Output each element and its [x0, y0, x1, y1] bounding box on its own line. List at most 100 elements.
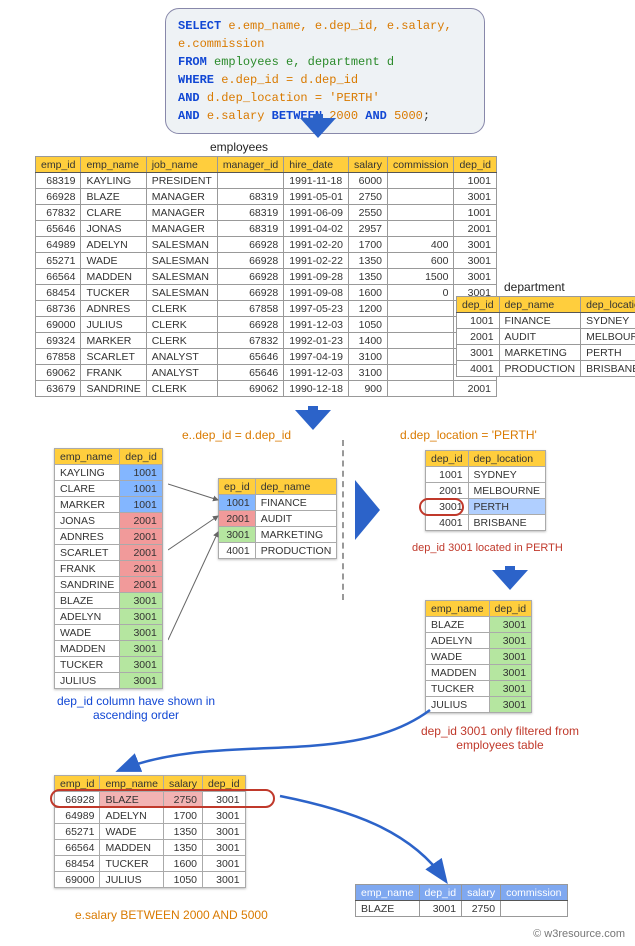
emp3001-table: emp_namedep_idBLAZE3001ADELYN3001WADE300…: [425, 600, 532, 713]
cell: 0: [388, 285, 454, 301]
cell: ADNRES: [55, 529, 120, 545]
table-row: 68319KAYLINGPRESIDENT1991-11-1860001001: [36, 173, 497, 189]
arrow-divider-right: [350, 480, 390, 540]
cell: MADDEN: [426, 665, 490, 681]
department-caption: department: [504, 280, 565, 294]
cell: SALESMAN: [146, 253, 217, 269]
cell: 69062: [36, 365, 81, 381]
cell: 1991-05-01: [284, 189, 349, 205]
cell: WADE: [55, 625, 120, 641]
table-row: 65271WADE13503001: [55, 824, 246, 840]
cell: 1350: [163, 824, 202, 840]
cell: 3001: [219, 527, 256, 543]
cell: 3001: [203, 824, 246, 840]
cell: JONAS: [81, 221, 146, 237]
cell: MARKETING: [255, 527, 337, 543]
cell: 1700: [348, 237, 387, 253]
kw-and2: AND: [178, 109, 207, 123]
cell: [388, 333, 454, 349]
col-header: salary: [462, 885, 501, 901]
table-row: 64989ADELYNSALESMAN669281991-02-20170040…: [36, 237, 497, 253]
cell: [217, 173, 283, 189]
table-row: JULIUS3001: [55, 673, 163, 689]
cell: 3001: [489, 681, 532, 697]
table-row: 66564MADDENSALESMAN669281991-09-28135015…: [36, 269, 497, 285]
cell: 1350: [348, 269, 387, 285]
cell: MADDEN: [55, 641, 120, 657]
cell: 3001: [203, 808, 246, 824]
cell: 66564: [36, 269, 81, 285]
ascending-note: dep_id column have shown in ascending or…: [56, 694, 216, 722]
cell: 3001: [489, 665, 532, 681]
table-row: 3001MARKETING: [219, 527, 337, 543]
arrow-employees-down: [295, 410, 331, 430]
col-header: dep_location: [581, 297, 635, 313]
table-row: JONAS2001: [55, 513, 163, 529]
cell: 64989: [36, 237, 81, 253]
cell: 1991-09-08: [284, 285, 349, 301]
cell: 1001: [454, 173, 497, 189]
cell: 3001: [489, 633, 532, 649]
cell: 1001: [120, 497, 163, 513]
cell: 1600: [348, 285, 387, 301]
cell: 600: [388, 253, 454, 269]
cell: 2550: [348, 205, 387, 221]
col-header: dep_id: [489, 601, 532, 617]
cell: ADELYN: [100, 808, 164, 824]
cell: MARKER: [81, 333, 146, 349]
col-header: dep_location: [468, 451, 546, 467]
table-row: 64989ADELYN17003001: [55, 808, 246, 824]
cell: 900: [348, 381, 387, 397]
cell: 65646: [36, 221, 81, 237]
cell: 3001: [454, 189, 497, 205]
table-row: 67858SCARLETANALYST656461997-04-19310020…: [36, 349, 497, 365]
table-row: KAYLING1001: [55, 465, 163, 481]
cell: 6000: [348, 173, 387, 189]
cell: ADELYN: [426, 633, 490, 649]
table-row: 68454TUCKERSALESMAN669281991-09-08160003…: [36, 285, 497, 301]
table-row: 69000JULIUS10503001: [55, 872, 246, 888]
table-row: 69062FRANKANALYST656461991-12-0331002001: [36, 365, 497, 381]
table-row: BLAZE3001: [55, 593, 163, 609]
cell: 68319: [217, 189, 283, 205]
cell: 69062: [217, 381, 283, 397]
cell: 65646: [217, 349, 283, 365]
kw-where: WHERE: [178, 73, 221, 87]
table-row: 65646JONASMANAGER683191991-04-0229572001: [36, 221, 497, 237]
employees-table: emp_idemp_namejob_namemanager_idhire_dat…: [35, 156, 497, 397]
cell: 3001: [489, 649, 532, 665]
table-row: FRANK2001: [55, 561, 163, 577]
blaze-ring: [50, 789, 275, 808]
perth-ring: [419, 498, 464, 516]
cell: 2001: [457, 329, 500, 345]
cell: 3001: [489, 617, 532, 633]
cell: SALESMAN: [146, 237, 217, 253]
cell: PRODUCTION: [499, 361, 581, 377]
result-table: emp_namedep_idsalarycommissionBLAZE30012…: [355, 884, 568, 917]
col-header: emp_name: [81, 157, 146, 173]
cell: 68736: [36, 301, 81, 317]
col-header: job_name: [146, 157, 217, 173]
cell: PERTH: [468, 499, 546, 515]
cell: SANDRINE: [55, 577, 120, 593]
cell: 3001: [454, 269, 497, 285]
cell: 65271: [36, 253, 81, 269]
kw-select: SELECT: [178, 19, 228, 33]
cell: 3001: [203, 856, 246, 872]
cell: 4001: [219, 543, 256, 559]
table-row: MADDEN3001: [426, 665, 532, 681]
cell: CLERK: [146, 333, 217, 349]
cell: SANDRINE: [81, 381, 146, 397]
cell: 1400: [348, 333, 387, 349]
cell: 3001: [120, 593, 163, 609]
cell: [388, 381, 454, 397]
cell: 69000: [36, 317, 81, 333]
cell: 3100: [348, 365, 387, 381]
cell: 2001: [120, 529, 163, 545]
table-row: 66928BLAZEMANAGER683191991-05-0127503001: [36, 189, 497, 205]
table-row: SANDRINE2001: [55, 577, 163, 593]
col-header: salary: [348, 157, 387, 173]
col-header: commission: [501, 885, 567, 901]
cell: MANAGER: [146, 221, 217, 237]
cell: 66564: [55, 840, 100, 856]
